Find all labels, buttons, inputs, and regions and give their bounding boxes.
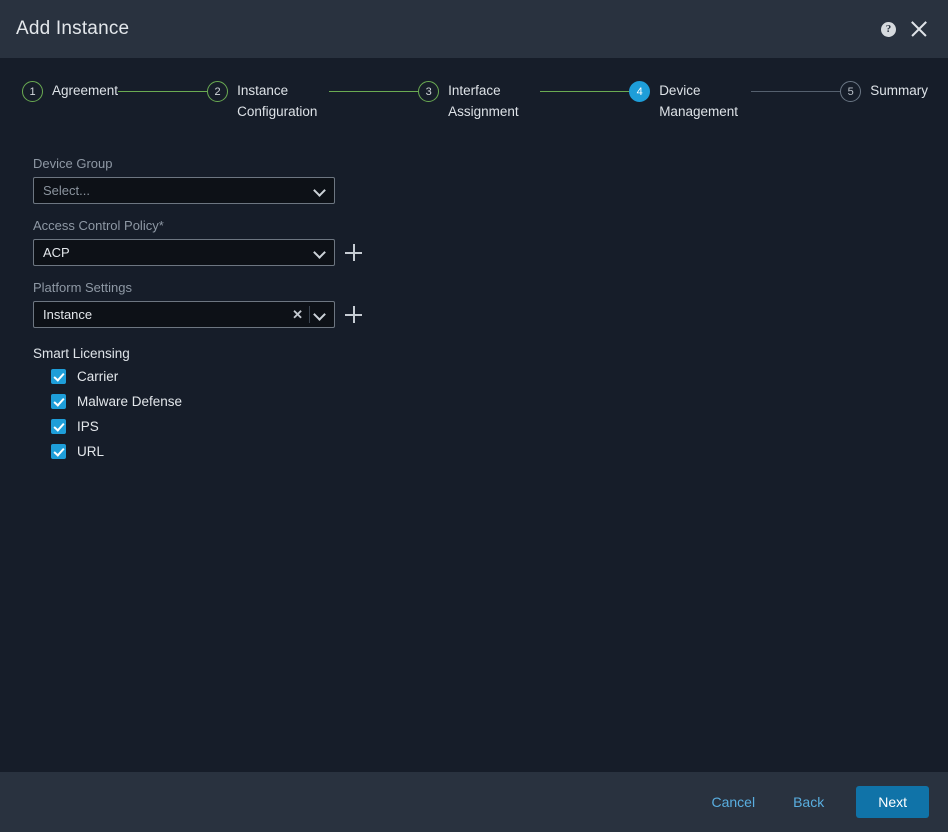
- help-circle-icon[interactable]: ?: [881, 21, 896, 37]
- back-button[interactable]: Back: [787, 790, 830, 814]
- platform-settings-value: Instance: [43, 307, 93, 322]
- access-control-policy-label: Access Control Policy*: [33, 218, 164, 233]
- step-3-interface-assignment[interactable]: 3 Interface Assignment: [418, 80, 540, 122]
- platform-settings-label: Platform Settings: [33, 280, 132, 295]
- smart-license-carrier-label: Carrier: [77, 369, 119, 384]
- smart-license-carrier[interactable]: Carrier: [51, 369, 926, 384]
- cancel-button[interactable]: Cancel: [705, 790, 761, 814]
- add-platform-settings-plus-icon[interactable]: [345, 306, 362, 323]
- device-group-row: Select...: [33, 177, 926, 204]
- device-group-value: Select...: [43, 183, 90, 198]
- access-control-policy-field: Access Control Policy* ACP: [33, 218, 926, 266]
- field-divider: [309, 306, 310, 323]
- platform-settings-field: Platform Settings Instance ✕: [33, 280, 926, 328]
- step-5-circle[interactable]: 5: [840, 81, 862, 102]
- checkbox-malware-defense[interactable]: [51, 394, 66, 409]
- step-2-label[interactable]: Instance Configuration: [237, 80, 329, 122]
- step-1-label[interactable]: Agreement: [52, 80, 118, 101]
- header-actions: ?: [881, 18, 930, 40]
- checkbox-url[interactable]: [51, 444, 66, 459]
- clear-platform-settings-icon[interactable]: ✕: [290, 308, 309, 321]
- step-2-circle[interactable]: 2: [207, 81, 229, 102]
- dialog-body: Device Group Select... Access Control Po…: [0, 138, 948, 772]
- step-3-label[interactable]: Interface Assignment: [448, 80, 540, 122]
- step-1-agreement[interactable]: 1 Agreement: [22, 80, 118, 102]
- step-5-summary[interactable]: 5 Summary: [840, 80, 928, 102]
- step-1-circle[interactable]: 1: [22, 81, 43, 102]
- page-title: Add Instance: [16, 18, 130, 39]
- step-connector-4-5: [751, 91, 841, 92]
- chevron-down-icon: [315, 309, 326, 320]
- dialog-footer: Cancel Back Next: [0, 772, 948, 832]
- chevron-down-icon: [315, 247, 326, 258]
- step-4-circle[interactable]: 4: [629, 81, 651, 102]
- step-connector-2-3: [329, 91, 419, 92]
- dialog-header: Add Instance ?: [0, 0, 948, 58]
- wizard-stepper: 1 Agreement 2 Instance Configuration 3 I…: [0, 58, 948, 138]
- add-access-control-policy-plus-icon[interactable]: [345, 244, 362, 261]
- close-icon[interactable]: [908, 18, 930, 40]
- platform-settings-row: Instance ✕: [33, 301, 926, 328]
- smart-license-ips-label: IPS: [77, 419, 99, 434]
- device-group-select[interactable]: Select...: [33, 177, 335, 204]
- smart-license-url-label: URL: [77, 444, 105, 459]
- step-connector-3-4: [540, 91, 630, 92]
- device-group-label: Device Group: [33, 156, 113, 171]
- platform-settings-select[interactable]: Instance ✕: [33, 301, 335, 328]
- smart-license-ips[interactable]: IPS: [51, 419, 926, 434]
- smart-license-url[interactable]: URL: [51, 444, 926, 459]
- checkbox-ips[interactable]: [51, 419, 66, 434]
- device-group-field: Device Group Select...: [33, 156, 926, 204]
- smart-license-malware-defense[interactable]: Malware Defense: [51, 394, 926, 409]
- step-2-instance-configuration[interactable]: 2 Instance Configuration: [207, 80, 329, 122]
- step-4-device-management[interactable]: 4 Device Management: [629, 80, 751, 122]
- smart-licensing-section: Smart Licensing Carrier Malware Defense …: [33, 346, 926, 459]
- step-4-label[interactable]: Device Management: [659, 80, 751, 122]
- add-instance-dialog: Add Instance ? 1 Agreement 2 Instance Co…: [0, 0, 948, 832]
- smart-licensing-title: Smart Licensing: [33, 346, 130, 361]
- access-control-policy-row: ACP: [33, 239, 926, 266]
- chevron-down-icon: [315, 185, 326, 196]
- next-button[interactable]: Next: [856, 786, 929, 818]
- step-3-circle[interactable]: 3: [418, 81, 440, 102]
- access-control-policy-select[interactable]: ACP: [33, 239, 335, 266]
- smart-license-malware-defense-label: Malware Defense: [77, 394, 183, 409]
- step-5-label[interactable]: Summary: [870, 80, 928, 101]
- access-control-policy-value: ACP: [43, 245, 70, 260]
- step-connector-1-2: [118, 91, 208, 92]
- checkbox-carrier[interactable]: [51, 369, 66, 384]
